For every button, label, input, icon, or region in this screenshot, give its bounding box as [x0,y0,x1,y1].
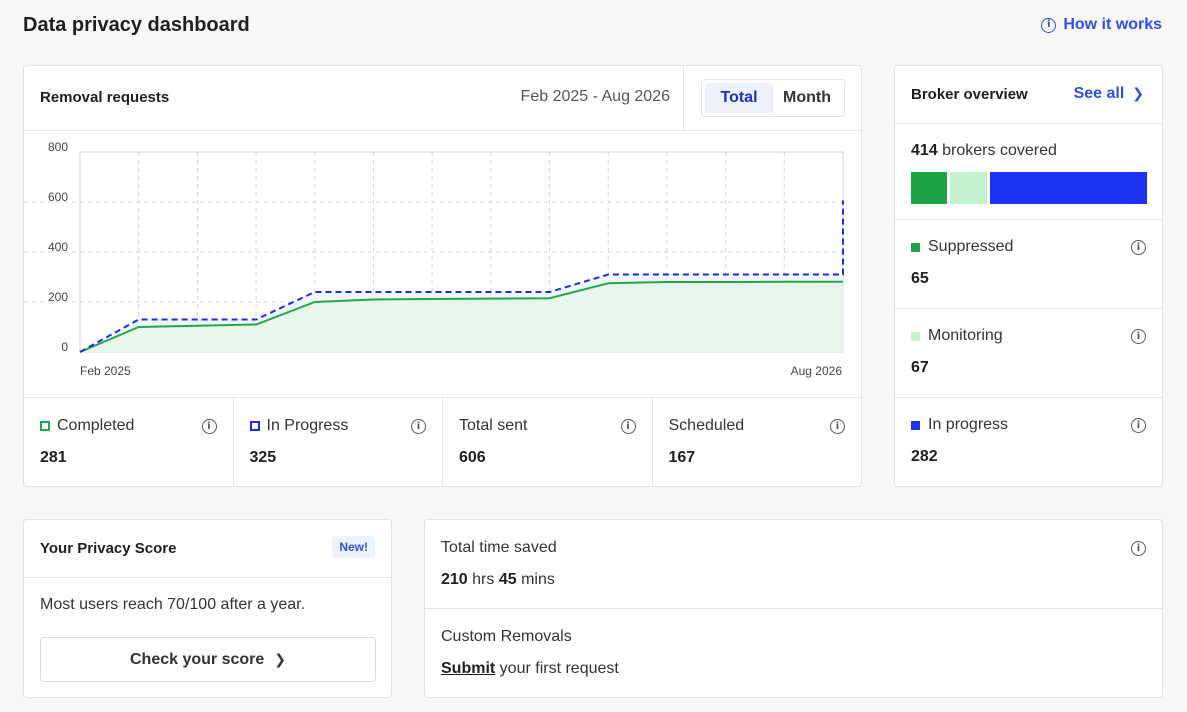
privacy-score-title: Your Privacy Score [40,540,177,557]
removal-requests-chart: 0 200 400 600 800 Feb 2025 Aug 2026 [24,132,861,397]
stat-in-progress-label: In Progress [266,417,349,434]
broker-in-progress-label-wrap: In progress [911,416,1008,434]
stat-scheduled: Scheduled i 167 [653,398,862,487]
time-saved-mins-unit: mins [521,571,555,588]
info-icon[interactable]: i [1131,240,1146,255]
broker-overview-header: Broker overview See all ❯ [895,66,1162,124]
custom-removals-label: Custom Removals [441,628,572,645]
y-tick-label: 200 [48,290,68,304]
broker-monitoring-label-wrap: Monitoring [911,327,1003,345]
time-saved-value: 210 hrs 45 mins [441,571,555,589]
bar-segment-monitoring [950,172,988,204]
stat-scheduled-label: Scheduled [668,417,745,434]
toggle-total[interactable]: Total [705,83,773,113]
time-saved-label: Total time saved [441,539,557,556]
see-all-link[interactable]: See all ❯ [1074,85,1144,103]
suppressed-legend-icon [911,242,920,252]
x-tick-label: Aug 2026 [791,364,843,378]
date-range: Feb 2025 - Aug 2026 [520,88,670,105]
privacy-score-header: Your Privacy Score New! [24,520,391,578]
check-score-label: Check your score [129,650,265,668]
stats-row: Completed i 281 In Progress i 325 Total … [24,397,861,487]
view-toggle: Total Month [701,79,845,117]
info-icon[interactable]: i [1131,541,1146,556]
broker-in-progress: In progress i 282 [895,397,1162,486]
time-saved-hours: 210 [441,571,468,588]
broker-in-progress-value: 282 [911,448,938,465]
stat-total-sent: Total sent i 606 [443,398,653,487]
stat-total-sent-label: Total sent [459,417,528,434]
broker-monitoring: Monitoring i 67 [895,308,1162,397]
y-tick-label: 0 [61,340,68,354]
chevron-right-icon: ❯ [1132,86,1144,102]
stat-completed-label: Completed [57,417,135,434]
broker-suppressed-value: 65 [911,270,929,287]
divider [683,66,684,130]
brokers-covered: 414 brokers covered [911,142,1057,160]
stat-in-progress-label-wrap: In Progress [249,417,349,435]
submit-link[interactable]: Submit [441,660,495,677]
info-icon[interactable]: i [1131,329,1146,344]
x-tick-label: Feb 2025 [80,364,131,378]
brokers-covered-count: 414 [911,142,938,159]
bar-segment-suppressed [911,172,948,204]
y-tick-label: 600 [48,190,68,204]
page-title: Data privacy dashboard [23,14,250,36]
broker-suppressed-label: Suppressed [928,238,1014,255]
new-badge: New! [332,536,375,558]
time-saved-section: Total time saved i 210 hrs 45 mins [425,520,1162,609]
info-icon[interactable]: i [830,419,845,434]
stat-completed-value: 281 [40,449,67,466]
monitoring-legend-icon [911,331,920,341]
broker-overview-card: Broker overview See all ❯ 414 brokers co… [894,65,1163,487]
custom-removals-rest: your first request [499,660,619,677]
info-icon[interactable]: i [1131,418,1146,433]
brokers-covered-text: brokers covered [942,142,1057,159]
stat-completed: Completed i 281 [24,398,234,487]
broker-overview-title: Broker overview [911,86,1028,103]
stat-total-sent-value: 606 [459,449,486,466]
how-it-works-label: How it works [1063,16,1162,33]
info-icon[interactable]: i [620,419,636,434]
time-saved-card: Total time saved i 210 hrs 45 mins Custo… [424,519,1163,698]
broker-status-bar [911,172,1147,204]
bar-segment-in-progress [990,172,1147,204]
how-it-works-link[interactable]: i How it works [1041,16,1162,34]
chart-svg: 0 200 400 600 800 Feb 2025 Aug 2026 [24,140,844,378]
privacy-score-text: Most users reach 70/100 after a year. [40,596,306,613]
stat-in-progress: In Progress i 325 [234,398,443,487]
removal-requests-header: Removal requests Feb 2025 - Aug 2026 Tot… [24,66,861,131]
y-tick-label: 400 [48,240,68,254]
info-icon[interactable]: i [411,419,426,434]
broker-suppressed: Suppressed i 65 [895,219,1162,308]
removal-requests-title: Removal requests [40,89,170,106]
broker-monitoring-value: 67 [911,359,929,376]
check-score-button[interactable]: Check your score ❯ [40,637,376,682]
info-icon[interactable]: i [201,419,217,434]
see-all-label: See all [1073,85,1125,102]
info-icon: i [1041,17,1057,33]
chevron-right-icon: ❯ [274,651,286,668]
removal-requests-card: Removal requests Feb 2025 - Aug 2026 Tot… [23,65,862,487]
stat-scheduled-value: 167 [668,449,696,466]
in-progress-legend-icon [249,421,260,431]
stat-completed-label-wrap: Completed [40,417,134,435]
broker-in-progress-label: In progress [928,416,1009,433]
stat-in-progress-value: 325 [249,449,277,466]
completed-legend-icon [40,421,50,431]
in-progress-legend-icon [911,420,920,430]
broker-monitoring-label: Monitoring [928,327,1003,344]
privacy-score-card: Your Privacy Score New! Most users reach… [23,519,392,698]
broker-suppressed-label-wrap: Suppressed [911,238,1013,256]
time-saved-mins: 45 [498,571,517,588]
custom-removals-line: Submit your first request [441,660,619,678]
toggle-month[interactable]: Month [773,83,841,113]
time-saved-hours-unit: hrs [472,571,495,588]
y-tick-label: 800 [48,140,68,154]
